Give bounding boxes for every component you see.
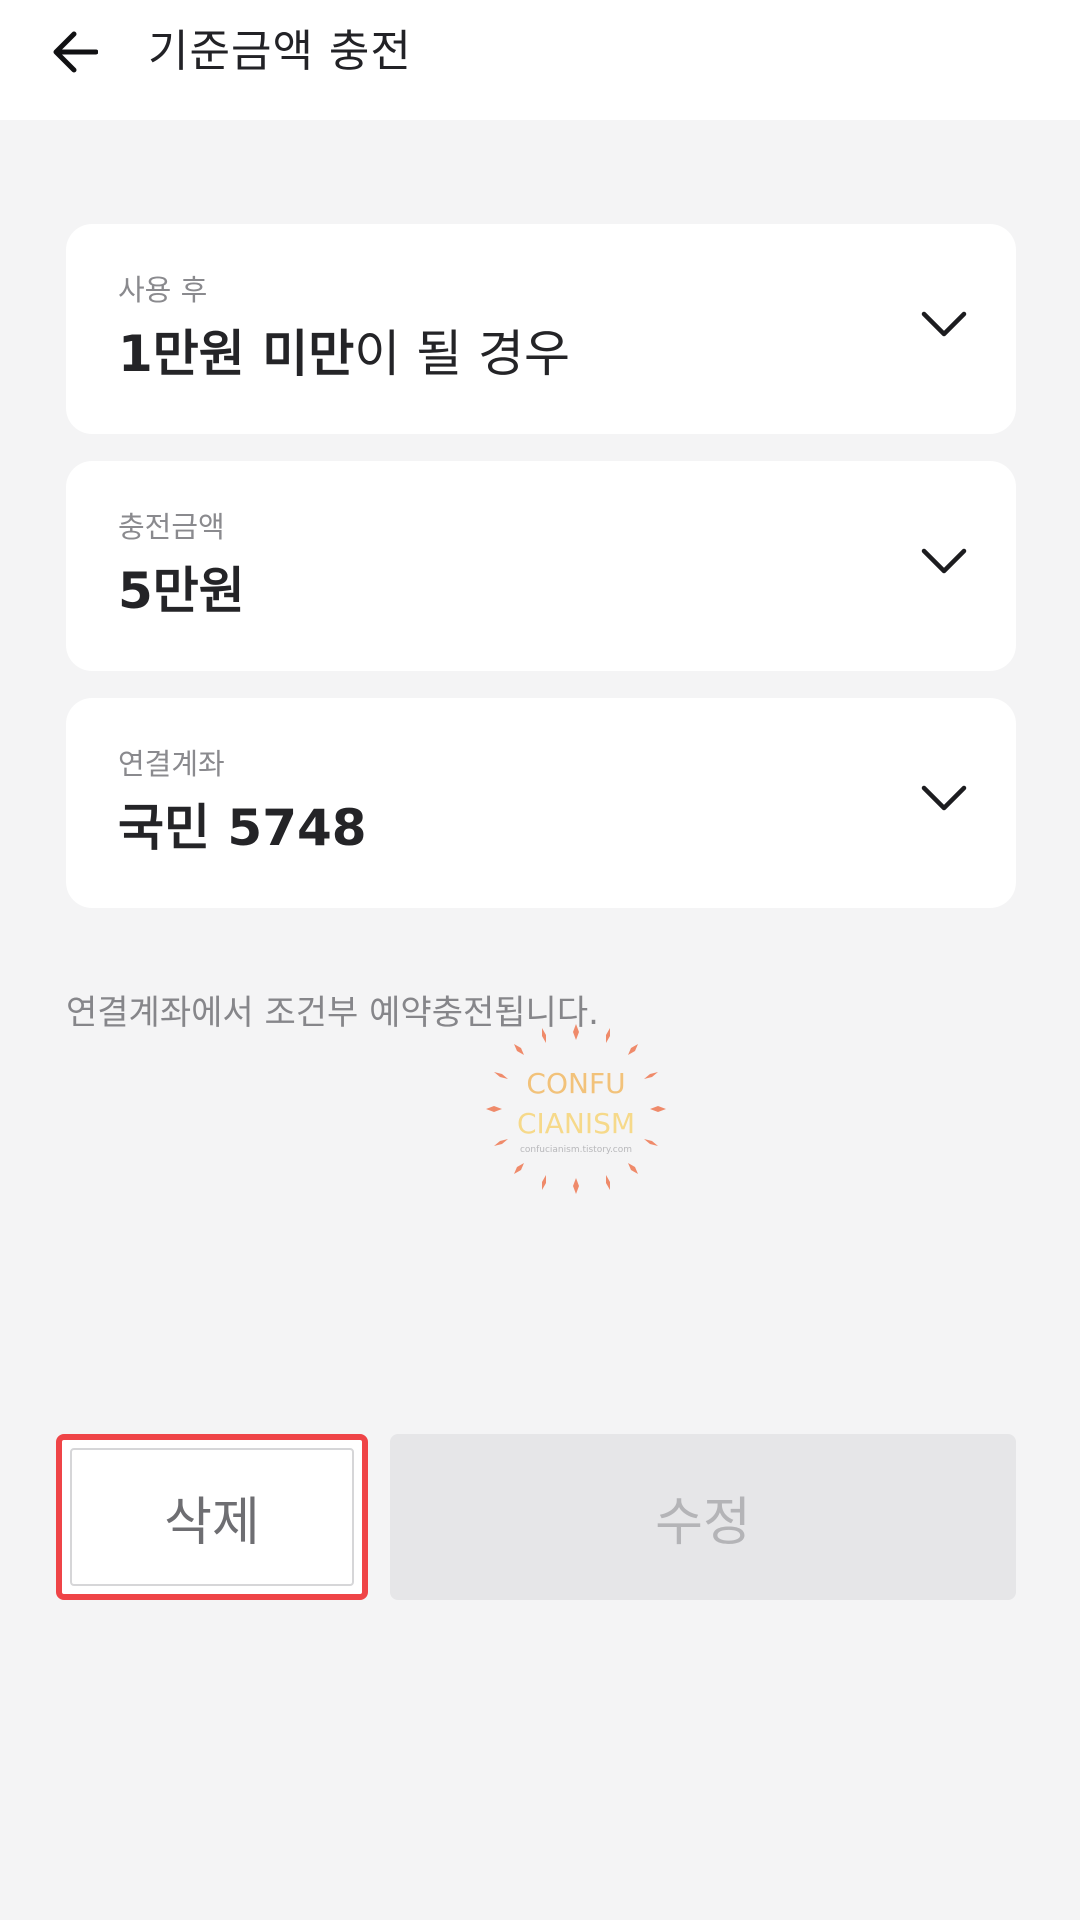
back-button[interactable] — [44, 26, 104, 78]
arrow-left-icon — [53, 31, 98, 73]
delete-button[interactable]: 삭제 — [56, 1434, 368, 1600]
watermark: CONFU CIANISM confucianism.tistory.com — [486, 1024, 666, 1194]
threshold-value-bold: 1만원 미만 — [118, 325, 355, 383]
charge-amount-value: 5만원 — [118, 559, 245, 623]
linked-account-select[interactable]: 연결계좌 국민 5748 — [66, 698, 1016, 908]
chevron-down-icon — [921, 785, 967, 811]
app-header: 기준금액 충전 — [0, 0, 1080, 120]
page-title: 기준금액 충전 — [148, 26, 412, 77]
edit-button[interactable]: 수정 — [390, 1434, 1016, 1600]
threshold-value-suffix: 이 될 경우 — [354, 325, 570, 383]
edit-button-label: 수정 — [655, 1492, 751, 1553]
charge-amount-select[interactable]: 충전금액 5만원 — [66, 461, 1016, 671]
linked-account-value-bold: 국민 5748 — [118, 799, 367, 857]
linked-account-label: 연결계좌 — [118, 747, 225, 781]
chevron-down-icon — [921, 311, 967, 337]
charge-amount-value-bold: 5만원 — [118, 562, 245, 620]
chevron-down-icon — [921, 548, 967, 574]
threshold-label: 사용 후 — [118, 273, 208, 307]
linked-account-value: 국민 5748 — [118, 796, 367, 860]
watermark-url: confucianism.tistory.com — [519, 1145, 633, 1155]
watermark-line1: CONFU — [526, 1067, 626, 1100]
delete-button-label: 삭제 — [164, 1492, 260, 1553]
watermark-line2: CIANISM — [516, 1107, 636, 1140]
threshold-value: 1만원 미만이 될 경우 — [118, 322, 570, 386]
charge-amount-label: 충전금액 — [118, 510, 225, 544]
threshold-select[interactable]: 사용 후 1만원 미만이 될 경우 — [66, 224, 1016, 434]
